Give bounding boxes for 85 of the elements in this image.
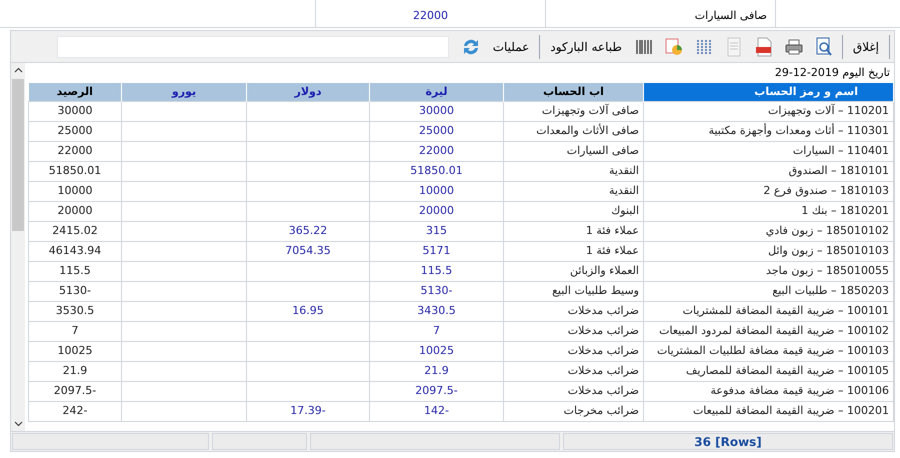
table-cell: 3430.5 <box>370 301 504 321</box>
table-cell: 185010102 – زبون فادي <box>644 221 894 241</box>
table-cell: 100101 – ضريبة القيمة المضافة للمشتريات <box>644 301 894 321</box>
table-cell: 242- <box>28 401 122 421</box>
barcode-print-button[interactable]: طباعه الباركود <box>546 34 626 58</box>
table-cell: 46143.94 <box>28 241 122 261</box>
table-cell: ضرائب مدخلات <box>504 301 644 321</box>
table-cell: 142- <box>370 401 504 421</box>
table-cell: 1850203 – طلبيات البيع <box>644 281 894 301</box>
table-cell: النقدية <box>504 181 644 201</box>
table-cell: ضرائب مدخلات <box>504 361 644 381</box>
column-header[interactable]: دولار <box>246 83 370 101</box>
search-field[interactable] <box>56 36 449 58</box>
report-date: تاريخ اليوم 2019-12-29 <box>774 64 891 81</box>
table-cell: 110201 – آلات وتجهيزات <box>644 101 894 121</box>
table-cell: 10000 <box>28 181 122 201</box>
table-cell: 21.9 <box>28 361 122 381</box>
column-header[interactable]: الرصيد <box>28 83 122 101</box>
table-cell: صافى السيارات <box>504 141 644 161</box>
table-cell: صافى آلات وتجهيزات <box>504 101 644 121</box>
table-cell: 100201 – ضريبة القيمة المضافة للمبيعات <box>644 401 894 421</box>
table-cell: 16.95 <box>246 301 370 321</box>
column-header[interactable]: يورو <box>122 83 246 101</box>
table-cell: 30000 <box>370 101 504 121</box>
table-cell: 17.39- <box>246 401 370 421</box>
table-cell: 7 <box>28 321 122 341</box>
table-cell: 7 <box>370 321 504 341</box>
column-header[interactable]: ليرة <box>370 83 504 101</box>
table-cell: ضرائب مخرجات <box>504 401 644 421</box>
table-cell: 1810201 – بنك 1 <box>644 201 894 221</box>
table-cell: ضرائب مدخلات <box>504 321 644 341</box>
table-cell: 22000 <box>370 141 504 161</box>
table-cell: 2415.02 <box>28 221 122 241</box>
table-cell: 110301 – أثاث ومعدات وأجهزة مكتبية <box>644 121 894 141</box>
table-cell: 21.9 <box>370 361 504 381</box>
table-cell: 20000 <box>370 201 504 221</box>
table-cell: 115.5 <box>28 261 122 281</box>
table-cell: 1810101 – الصندوق <box>644 161 894 181</box>
chevron-down-icon[interactable] <box>14 421 22 427</box>
table-cell: 1810103 – صندوق فرع 2 <box>644 181 894 201</box>
table-cell: 315 <box>370 221 504 241</box>
operations-button[interactable]: عمليات <box>488 34 534 58</box>
table-cell: وسيط طلبيات البيع <box>504 281 644 301</box>
table-cell: النقدية <box>504 161 644 181</box>
table-cell: 185010055 – زبون ماجد <box>644 261 894 281</box>
table-cell: 22000 <box>315 0 545 27</box>
table-cell: 7054.35 <box>246 241 370 261</box>
table-cell: ضرائب مدخلات <box>504 381 644 401</box>
chevron-up-icon[interactable] <box>14 67 22 73</box>
table-cell: 25000 <box>370 121 504 141</box>
table-cell: 25000 <box>28 121 122 141</box>
table-cell: 2097.5- <box>28 381 122 401</box>
table-cell: 185010103 – زبون وائل <box>644 241 894 261</box>
table-cell: 2097.5- <box>370 381 504 401</box>
table-cell: ضرائب مدخلات <box>504 341 644 361</box>
table-cell: 20000 <box>28 201 122 221</box>
table-cell: 100102 – ضريبة القيمة المضافة لمردود المبيعات <box>644 321 894 341</box>
column-header[interactable]: اسم و رمز الحساب <box>644 83 894 101</box>
table-cell: عملاء فئة 1 <box>504 221 644 241</box>
table-cell: 10025 <box>370 341 504 361</box>
table-cell: 365.22 <box>246 221 370 241</box>
table-cell: 5171 <box>370 241 504 261</box>
table-cell: 51850.01 <box>28 161 122 181</box>
row-count: 36 [Rows] <box>694 434 762 450</box>
table-cell: 5130- <box>370 281 504 301</box>
table-cell: 5130- <box>28 281 122 301</box>
table-cell: 10025 <box>28 341 122 361</box>
table-cell: صافى الأثاث والمعدات <box>504 121 644 141</box>
table-cell: عملاء فئة 1 <box>504 241 644 261</box>
table-cell: 51850.01 <box>370 161 504 181</box>
table-cell: 10000 <box>370 181 504 201</box>
table-cell: 100105 – ضريبة القيمة المضافة للمصاريف <box>644 361 894 381</box>
table-cell: 115.5 <box>370 261 504 281</box>
table-cell: صافى السيارات <box>545 0 775 27</box>
table-cell: البنوك <box>504 201 644 221</box>
table-cell: 3530.5 <box>28 301 122 321</box>
table-cell: 22000 <box>28 141 122 161</box>
scrollbar-thumb[interactable] <box>12 79 24 231</box>
table-cell: 100103 – ضريبة قيمة مضافة لطلبيات المشتريات <box>644 341 894 361</box>
close-button[interactable]: إغلاق <box>848 34 883 58</box>
column-header[interactable]: اب الحساب <box>504 83 644 101</box>
table-cell: 100106 – ضريبة قيمة مضافة مدفوعة <box>644 381 894 401</box>
table-cell: العملاء والزبائن <box>504 261 644 281</box>
table-cell: 30000 <box>28 101 122 121</box>
table-cell: 110401 – السيارات <box>644 141 894 161</box>
